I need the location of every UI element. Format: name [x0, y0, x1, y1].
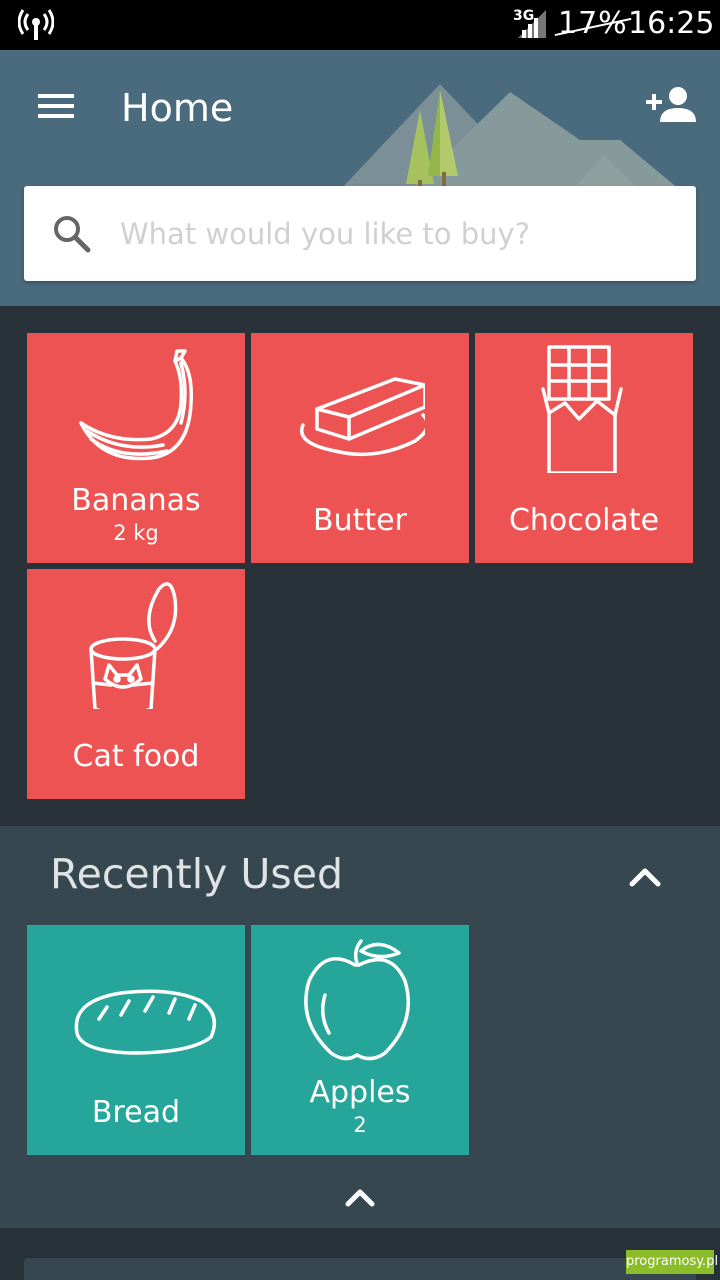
- watermark: programosy.pl: [626, 1250, 718, 1274]
- menu-icon-bar: [38, 104, 74, 108]
- menu-button[interactable]: [30, 86, 82, 126]
- lower-card: [24, 1258, 696, 1280]
- search-icon[interactable]: [52, 214, 92, 254]
- butter-icon: [300, 377, 425, 457]
- chevron-up-icon[interactable]: [620, 856, 670, 896]
- recent-item-bread[interactable]: Bread: [27, 925, 245, 1155]
- recent-item-apples[interactable]: Apples 2: [251, 925, 469, 1155]
- item-name: Apples: [309, 1075, 411, 1110]
- chocolate-icon: [541, 345, 623, 473]
- item-name: Butter: [313, 503, 407, 538]
- chevron-up-icon[interactable]: [336, 1182, 384, 1212]
- list-item-cat-food[interactable]: Cat food: [27, 569, 245, 799]
- list-item-butter[interactable]: Butter: [251, 333, 469, 563]
- item-name: Bananas: [71, 483, 201, 518]
- page-title: Home: [121, 86, 234, 130]
- search-input[interactable]: [120, 204, 680, 264]
- recently-used-section: Recently Used Bread Apples 2: [0, 826, 720, 1228]
- apple-icon: [304, 939, 410, 1061]
- signal-strength-icon: [518, 10, 546, 38]
- mountains-illustration: [340, 84, 680, 190]
- list-item-bananas[interactable]: Bananas 2 kg: [27, 333, 245, 563]
- item-quantity: 2: [353, 1113, 367, 1137]
- banana-icon: [79, 349, 194, 461]
- menu-icon-bar: [38, 114, 74, 118]
- list-item-chocolate[interactable]: Chocolate: [475, 333, 693, 563]
- item-quantity: 2 kg: [113, 521, 159, 545]
- app-bar: Home: [0, 50, 720, 306]
- wireless-signal-icon: [18, 9, 54, 40]
- shopping-list: Bananas 2 kg Butter Chocolate Cat food: [0, 306, 720, 826]
- item-name: Chocolate: [508, 503, 660, 538]
- battery-level: 17%: [558, 6, 628, 41]
- clock: 16:25: [628, 6, 715, 41]
- add-person-icon[interactable]: [644, 84, 696, 128]
- search-bar: [24, 186, 696, 281]
- menu-icon: [38, 94, 74, 98]
- status-bar: 3G 17% 16:25: [0, 0, 720, 50]
- cat-food-icon: [89, 582, 178, 709]
- item-name: Bread: [91, 1095, 181, 1130]
- item-name: Cat food: [72, 739, 200, 774]
- bread-icon: [74, 989, 217, 1055]
- section-title: Recently Used: [50, 850, 344, 898]
